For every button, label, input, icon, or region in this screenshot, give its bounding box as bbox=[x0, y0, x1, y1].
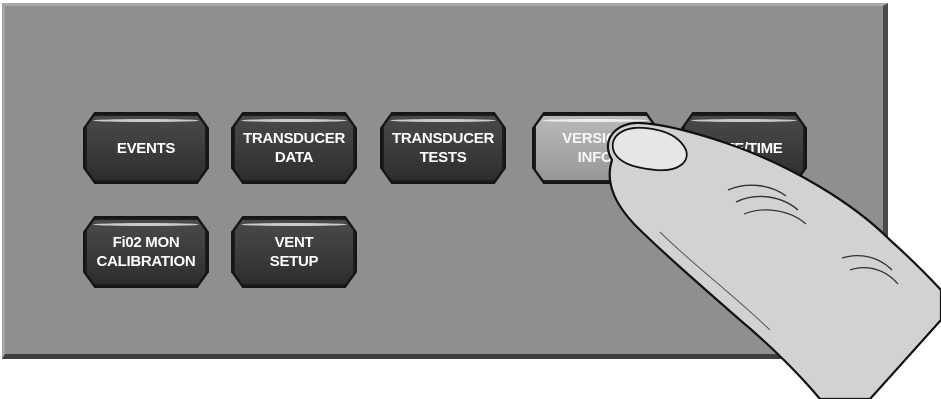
date-time-button-label: DATE/TIME bbox=[705, 139, 783, 157]
vent-setup-button-label: VENT SETUP bbox=[269, 234, 319, 270]
vent-setup-button[interactable]: VENT SETUP bbox=[233, 218, 355, 286]
transducer-data-button-label: TRANSDUCER DATA bbox=[242, 130, 345, 166]
events-button[interactable]: EVENTS bbox=[85, 114, 207, 182]
fio2-mon-calibration-button[interactable]: Fi02 MON CALIBRATION bbox=[85, 218, 207, 286]
version-info-button-label: VERSION INFO bbox=[562, 130, 628, 166]
control-panel: EVENTS TRANSDUCER DATA TRANSDUCER TESTS … bbox=[2, 3, 888, 359]
transducer-tests-button[interactable]: TRANSDUCER TESTS bbox=[382, 114, 504, 182]
events-button-label: EVENTS bbox=[116, 139, 176, 157]
transducer-tests-button-label: TRANSDUCER TESTS bbox=[391, 130, 494, 166]
transducer-data-button[interactable]: TRANSDUCER DATA bbox=[233, 114, 355, 182]
date-time-button[interactable]: DATE/TIME bbox=[683, 114, 805, 182]
version-info-button[interactable]: VERSION INFO bbox=[534, 114, 656, 182]
fio2-mon-calibration-button-label: Fi02 MON CALIBRATION bbox=[96, 234, 196, 270]
